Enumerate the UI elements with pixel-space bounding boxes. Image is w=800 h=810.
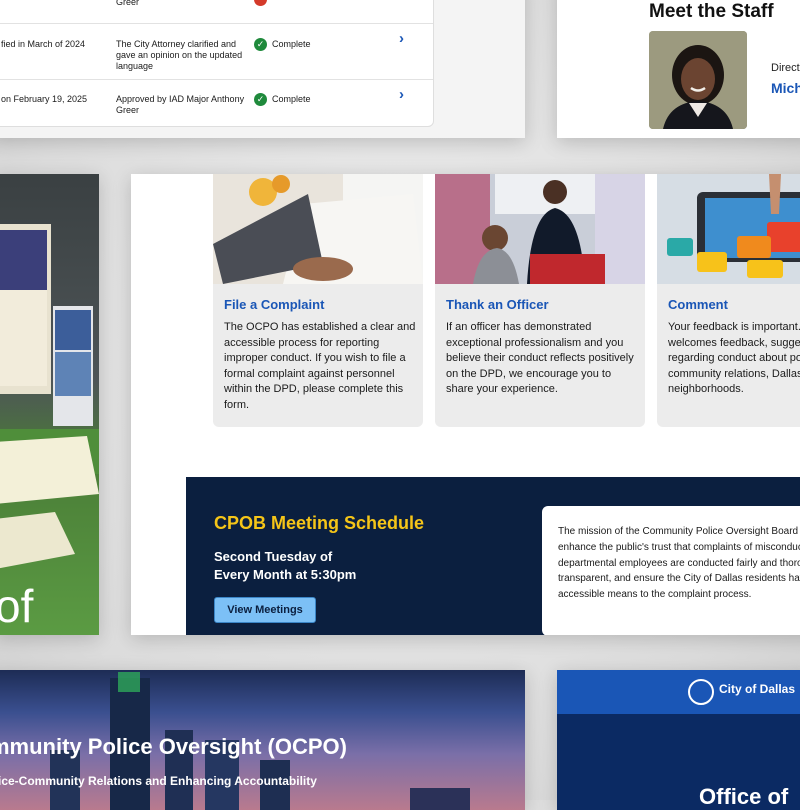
booth-sign-text: of: [0, 580, 34, 632]
feature-title[interactable]: File a Complaint: [224, 297, 324, 312]
check-icon: ✓: [254, 38, 267, 51]
row-event: fied in March of 2024: [1, 39, 86, 49]
city-of-dallas-card: City of Dallas Office of: [557, 670, 800, 810]
booth-illustration: of: [0, 224, 99, 632]
meeting-time-line2: Every Month at 5:30pm: [214, 567, 357, 582]
feature-card-thank-officer[interactable]: Thank an Officer If an officer has demon…: [435, 174, 645, 427]
feature-card-file-complaint[interactable]: File a Complaint The OCPO has establishe…: [213, 174, 423, 427]
hero-title: mmunity Police Oversight (OCPO): [0, 734, 347, 759]
feature-description: The OCPO has established a clear and acc…: [224, 321, 416, 411]
status-cell: [254, 0, 267, 6]
staff-name-link[interactable]: Mich: [771, 80, 800, 96]
hero-banner: mmunity Police Oversight (OCPO) ice-Comm…: [0, 670, 525, 810]
status-table: Greer › fied in March of 2024 The City A…: [0, 0, 434, 127]
status-table-panel: Greer › fied in March of 2024 The City A…: [0, 0, 525, 138]
officer-photo-icon: [435, 174, 645, 284]
feature-title[interactable]: Thank an Officer: [446, 297, 549, 312]
feature-description: Your feedback is important. OCPO welcome…: [668, 321, 800, 396]
cpob-section: CPOB Meeting Schedule Second Tuesday of …: [186, 477, 800, 635]
main-content-card: File a Complaint The OCPO has establishe…: [131, 174, 800, 635]
status-cell: ✓ Complete: [254, 93, 311, 106]
feature-title[interactable]: Comment: [668, 297, 728, 312]
person-portrait-icon: [649, 31, 747, 129]
outreach-booth-photo: of: [0, 174, 99, 635]
view-meetings-button[interactable]: View Meetings: [214, 597, 316, 623]
speech-bubbles-photo-icon: [657, 174, 800, 284]
staff-role: Direct: [771, 62, 800, 74]
status-label: Complete: [272, 94, 311, 104]
row-detail: Greer: [116, 0, 140, 7]
row-detail: Approved by IAD Major Anthony Greer: [116, 94, 245, 115]
mission-statement-box: The mission of the Community Police Over…: [542, 506, 800, 635]
hero-subtitle: ice-Community Relations and Enhancing Ac…: [0, 774, 317, 788]
row-event: on February 19, 2025: [1, 94, 88, 104]
cpob-title: CPOB Meeting Schedule: [214, 513, 425, 533]
meeting-time-line1: Second Tuesday of: [214, 549, 333, 564]
check-icon: ✓: [254, 93, 267, 106]
chevron-right-icon[interactable]: ›: [399, 31, 404, 46]
laptop-photo-icon: [213, 174, 423, 284]
office-heading: Office of: [699, 784, 789, 809]
staff-section-title: Meet the Staff: [649, 1, 774, 22]
table-row[interactable]: fied in March of 2024 The City Attorney …: [0, 23, 433, 80]
city-name[interactable]: City of Dallas: [719, 682, 795, 696]
alert-icon: [254, 0, 267, 6]
feature-description: If an officer has demonstrated exception…: [446, 321, 634, 396]
row-detail: The City Attorney clarified and gave an …: [116, 39, 243, 71]
mission-statement: The mission of the Community Police Over…: [558, 526, 800, 601]
staff-portrait[interactable]: [649, 31, 747, 129]
city-of-dallas-logo-icon[interactable]: [688, 679, 714, 705]
staff-card: Meet the Staff Direct Mich: [557, 0, 800, 138]
status-cell: ✓ Complete: [254, 38, 311, 51]
status-label: Complete: [272, 39, 311, 49]
feature-card-comment[interactable]: Comment Your feedback is important. OCPO…: [657, 174, 800, 427]
table-row: Greer ›: [0, 0, 433, 9]
table-row[interactable]: on February 19, 2025 Approved by IAD Maj…: [0, 79, 433, 127]
city-header-bar: City of Dallas: [557, 670, 800, 714]
chevron-right-icon[interactable]: ›: [399, 87, 404, 102]
